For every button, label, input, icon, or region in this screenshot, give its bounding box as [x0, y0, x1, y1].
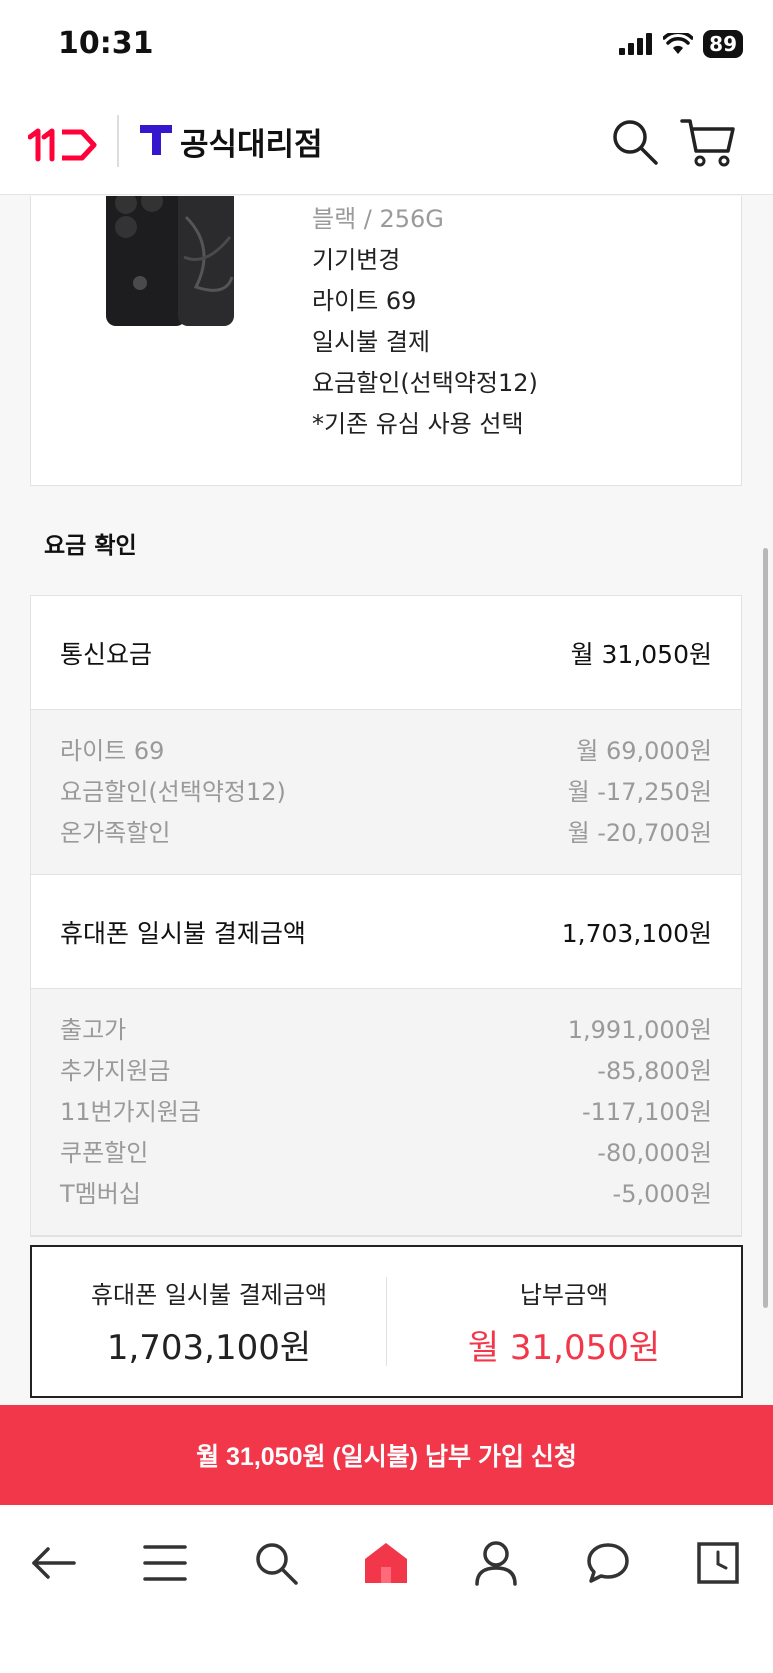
- option-item: 요금할인(선택약정12): [312, 369, 538, 397]
- content-area[interactable]: 블랙 / 256G 기기변경 라이트 69 일시불 결제 요금할인(선택약정12…: [0, 196, 773, 1404]
- detail-value: 월 -17,250원: [567, 778, 712, 806]
- detail-label: 추가지원금: [60, 1057, 171, 1085]
- signal-icon: [619, 33, 653, 55]
- detail-label: 쿠폰할인: [60, 1139, 149, 1167]
- status-time: 10:31: [58, 26, 154, 61]
- detail-value: -117,100원: [582, 1098, 712, 1126]
- detail-row: 온가족할인 월 -20,700원: [60, 813, 712, 854]
- detail-row: 추가지원금 -85,800원: [60, 1051, 712, 1092]
- payment-summary: 휴대폰 일시불 결제금액 1,703,100원 납부금액 월 31,050원: [30, 1245, 743, 1398]
- summary-payment-label: 납부금액: [519, 1280, 609, 1309]
- option-item: 일시불 결제: [312, 328, 431, 356]
- battery-indicator: 89: [703, 30, 743, 58]
- telecom-fee-row: 통신요금 월 31,050원: [31, 596, 741, 710]
- detail-row: 요금할인(선택약정12) 월 -17,250원: [60, 772, 712, 813]
- device-payment-value: 1,703,100원: [561, 918, 712, 948]
- product-card: 블랙 / 256G 기기변경 라이트 69 일시불 결제 요금할인(선택약정12…: [30, 196, 742, 486]
- option-color: 블랙 / 256G: [312, 205, 444, 233]
- option-item: 라이트 69: [312, 287, 417, 315]
- 11st-logo[interactable]: [28, 123, 100, 167]
- detail-row: 11번가지원금 -117,100원: [60, 1092, 712, 1133]
- option-item: 기기변경: [312, 246, 401, 274]
- device-payment-details: 출고가 1,991,000원 추가지원금 -85,800원 11번가지원금 -1…: [31, 989, 741, 1236]
- history-icon[interactable]: [688, 1533, 748, 1593]
- profile-icon[interactable]: [466, 1533, 526, 1593]
- detail-value: -80,000원: [597, 1139, 712, 1167]
- detail-row: 라이트 69 월 69,000원: [60, 731, 712, 772]
- detail-label: 요금할인(선택약정12): [60, 778, 286, 806]
- summary-payment-value: 월 31,050원: [467, 1327, 661, 1368]
- detail-value: -5,000원: [612, 1180, 712, 1208]
- status-icons: 89: [619, 30, 743, 58]
- menu-icon[interactable]: [135, 1533, 195, 1593]
- brand-label: 공식대리점: [180, 127, 323, 163]
- apply-button[interactable]: 월 31,050원 (일시불) 납부 가입 신청: [0, 1405, 773, 1505]
- device-payment-label: 휴대폰 일시불 결제금액: [60, 918, 306, 948]
- detail-value: 1,991,000원: [567, 1016, 712, 1044]
- detail-label: 라이트 69: [60, 737, 165, 765]
- chat-icon[interactable]: [578, 1533, 638, 1593]
- telecom-fee-value: 월 31,050원: [570, 639, 712, 669]
- detail-label: 온가족할인: [60, 819, 171, 847]
- search-icon[interactable]: [610, 117, 660, 167]
- telecom-fee-details: 라이트 69 월 69,000원 요금할인(선택약정12) 월 -17,250원…: [31, 710, 741, 875]
- detail-value: -85,800원: [597, 1057, 712, 1085]
- summary-device-label: 휴대폰 일시불 결제금액: [90, 1280, 328, 1309]
- summary-device-col: 휴대폰 일시불 결제금액 1,703,100원: [32, 1247, 386, 1396]
- telecom-fee-label: 통신요금: [60, 639, 153, 669]
- summary-device-value: 1,703,100원: [106, 1327, 312, 1368]
- detail-label: 11번가지원금: [60, 1098, 201, 1126]
- detail-row: T멤버십 -5,000원: [60, 1174, 712, 1215]
- detail-label: T멤버십: [60, 1180, 141, 1208]
- device-payment-row: 휴대폰 일시불 결제금액 1,703,100원: [31, 875, 741, 989]
- bottom-nav: [0, 1505, 773, 1673]
- header-divider: [117, 115, 119, 167]
- t-logo: [140, 125, 172, 155]
- wifi-icon: [663, 33, 694, 54]
- detail-value: 월 -20,700원: [567, 819, 712, 847]
- search-icon[interactable]: [246, 1533, 306, 1593]
- section-title: 요금 확인: [44, 533, 137, 559]
- app-header: 공식대리점: [0, 95, 773, 195]
- cart-icon[interactable]: [680, 115, 736, 169]
- summary-payment-col: 납부금액 월 31,050원: [387, 1247, 741, 1396]
- scrollbar[interactable]: [763, 548, 768, 1308]
- fee-box: 통신요금 월 31,050원 라이트 69 월 69,000원 요금할인(선택약…: [30, 595, 742, 1237]
- detail-row: 출고가 1,991,000원: [60, 1010, 712, 1051]
- back-icon[interactable]: [24, 1533, 84, 1593]
- option-list: 블랙 / 256G 기기변경 라이트 69 일시불 결제 요금할인(선택약정12…: [312, 199, 538, 445]
- detail-row: 쿠폰할인 -80,000원: [60, 1133, 712, 1174]
- status-bar: 10:31 89: [0, 0, 773, 95]
- home-icon[interactable]: [356, 1533, 416, 1593]
- phone-image: [106, 196, 234, 326]
- detail-label: 출고가: [60, 1016, 127, 1044]
- option-item: *기존 유심 사용 선택: [312, 410, 524, 438]
- detail-value: 월 69,000원: [576, 737, 712, 765]
